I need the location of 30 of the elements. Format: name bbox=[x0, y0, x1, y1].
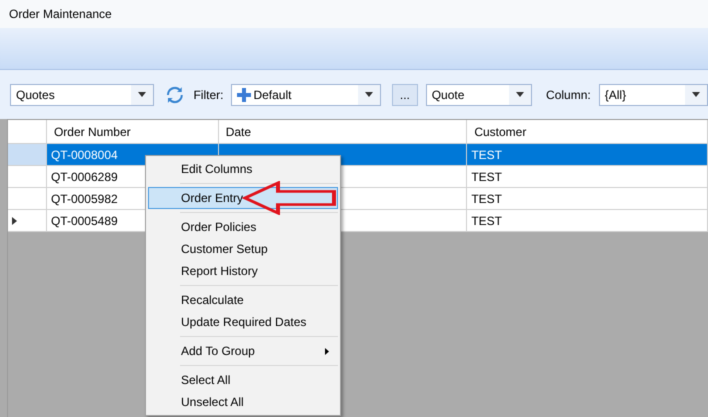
submenu-arrow-icon bbox=[325, 348, 329, 354]
table-cell: TEST bbox=[467, 144, 708, 165]
column-header[interactable]: Customer bbox=[467, 120, 708, 143]
dropdown-caret-icon bbox=[692, 92, 700, 97]
current-row-icon bbox=[12, 216, 17, 224]
column-header[interactable]: Order Number bbox=[46, 120, 219, 143]
more-button[interactable]: ... bbox=[392, 84, 418, 106]
table-cell: TEST bbox=[467, 166, 708, 187]
menu-item[interactable]: Add To Group bbox=[148, 340, 338, 362]
dropdown-caret-icon bbox=[516, 92, 524, 97]
window-title: Order Maintenance bbox=[9, 6, 112, 23]
refresh-icon[interactable] bbox=[166, 86, 184, 104]
column-header[interactable]: Date bbox=[218, 120, 468, 143]
dropdown-caret-icon bbox=[138, 92, 146, 97]
menu-item[interactable]: Update Required Dates bbox=[148, 311, 338, 333]
menu-item[interactable]: Select All bbox=[148, 369, 338, 391]
plus-icon bbox=[237, 88, 252, 102]
menu-item[interactable]: Recalculate bbox=[148, 289, 338, 311]
column-dropdown[interactable]: {All} bbox=[598, 84, 708, 106]
menu-item[interactable]: Customer Setup bbox=[148, 238, 338, 260]
table-cell: TEST bbox=[467, 210, 708, 231]
type-dropdown[interactable]: Quote bbox=[426, 84, 532, 106]
menu-item[interactable]: Unselect All bbox=[148, 391, 338, 413]
view-dropdown[interactable]: Quotes bbox=[10, 84, 154, 106]
filter-dropdown[interactable]: Default bbox=[231, 84, 382, 106]
filter-label: Filter: bbox=[193, 86, 224, 104]
column-label: Column: bbox=[546, 86, 591, 104]
table-cell: TEST bbox=[467, 188, 708, 209]
menu-item[interactable]: Report History bbox=[148, 260, 338, 282]
dropdown-caret-icon bbox=[365, 92, 374, 97]
